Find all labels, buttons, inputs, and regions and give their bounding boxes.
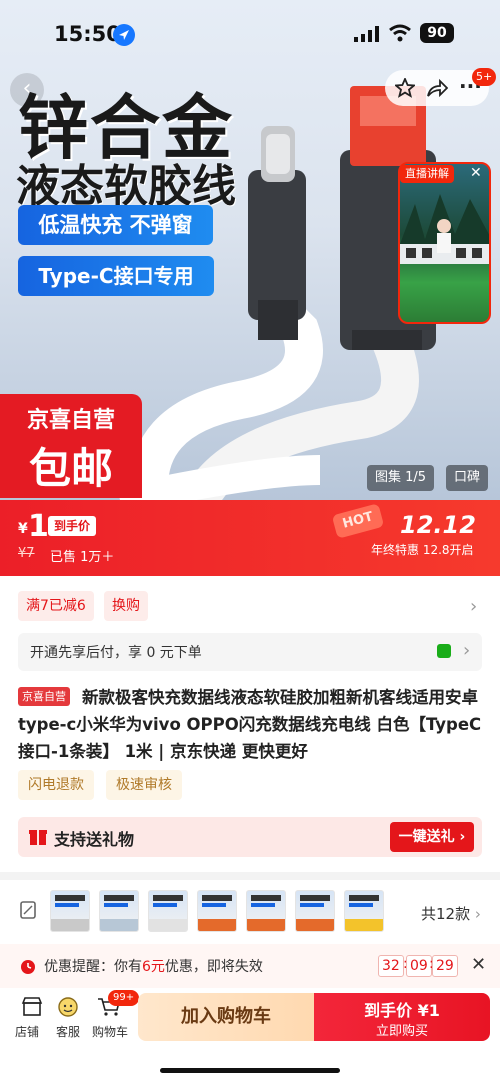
pay-later-chevron-icon[interactable]: › <box>463 640 470 661</box>
home-indicator <box>160 1068 340 1073</box>
gift-icon <box>29 830 47 845</box>
jingxi-promo-line2: 包邮 <box>28 444 113 493</box>
variant-color-band <box>247 919 285 931</box>
variant-thumb[interactable] <box>99 890 139 932</box>
status-time: 15:50 <box>54 22 121 46</box>
signal-icon <box>354 26 379 42</box>
variant-color-band <box>345 919 383 931</box>
cart-badge: 99+ <box>108 990 140 1006</box>
variant-thumb[interactable] <box>246 890 286 932</box>
pay-later-icon <box>437 644 451 658</box>
gift-button-label: 一键送礼 <box>398 829 455 845</box>
store-icon <box>21 997 43 1016</box>
original-price: ¥7 <box>18 546 35 561</box>
location-icon <box>113 24 135 46</box>
alarm-clock-icon <box>21 960 35 974</box>
gift-text: 支持送礼物 <box>54 830 135 849</box>
countdown-hours: 32 <box>378 955 404 977</box>
gift-button[interactable]: 一键送礼 › <box>390 822 474 852</box>
event-subtitle: 年终特惠 12.8开启 <box>371 543 474 557</box>
message-badge: 5+ <box>472 68 497 86</box>
reminder-text: 优惠提醒：你有6元优惠，即将失效 <box>44 959 263 975</box>
countdown-minutes: 09 <box>406 955 432 977</box>
variant-total[interactable]: 共12款 › <box>421 903 481 924</box>
variant-thumb[interactable] <box>50 890 90 932</box>
sold-count: 已售 1万＋ <box>50 550 115 565</box>
variant-thumb[interactable] <box>148 890 188 932</box>
share-icon[interactable] <box>426 78 448 98</box>
variant-total-label: 共12款 <box>421 905 471 923</box>
variant-color-band <box>296 919 334 931</box>
variant-list-icon[interactable] <box>18 900 38 920</box>
live-scene-icon <box>400 194 489 264</box>
reminder-close-icon[interactable]: ✕ <box>471 954 486 975</box>
add-to-cart-button[interactable]: 加入购物车 <box>138 993 314 1041</box>
variant-color-band <box>51 919 89 931</box>
customer-service-icon <box>58 997 78 1017</box>
variant-thumb[interactable] <box>344 890 384 932</box>
discount-tag[interactable]: 满7已减6 <box>18 591 94 621</box>
reviews-tab[interactable]: 口碑 <box>446 465 489 491</box>
favorite-star-icon[interactable] <box>395 78 415 98</box>
live-stream-window[interactable] <box>398 162 491 324</box>
variant-color-band <box>198 919 236 931</box>
live-tag: 直播讲解 <box>400 165 454 183</box>
product-hero-image[interactable]: 15:50 90 ‹ ··· 5+ 锌合金 液态软胶线 低温快充 不弹窗 Typ… <box>0 0 500 500</box>
promotions-chevron-icon[interactable]: › <box>470 596 477 617</box>
price-currency: ¥ <box>18 521 28 537</box>
service-refund: 闪电退款 <box>18 770 94 800</box>
jingxi-promo-line1: 京喜自营 <box>26 408 115 433</box>
title-badge: 京喜自营 <box>18 687 70 706</box>
variant-color-band <box>149 919 187 931</box>
battery-indicator: 90 <box>420 23 454 43</box>
variant-thumb[interactable] <box>197 890 237 932</box>
store-label: 店铺 <box>14 1025 39 1039</box>
product-title: 新款极客快充数据线液态软硅胶加粗新机客线适用安卓type-c小米华为vivo O… <box>18 688 482 761</box>
gallery-indicator[interactable]: 图集 1/5 <box>367 465 435 491</box>
countdown-seconds: 29 <box>432 955 458 977</box>
pay-later-text: 开通先享后付，享 0 元下单 <box>30 645 202 661</box>
variant-thumb[interactable] <box>295 890 335 932</box>
wifi-icon <box>389 24 411 42</box>
swap-tag[interactable]: 换购 <box>104 591 148 621</box>
buy-now-price: 到手价 ¥1 <box>364 1001 440 1020</box>
price-value: 1 <box>28 509 49 544</box>
cart-label: 购物车 <box>91 1025 128 1039</box>
hero-feature-1: 低温快充 不弹窗 <box>18 205 213 245</box>
price-tag: 到手价 <box>48 516 97 536</box>
variant-color-band <box>100 919 138 931</box>
event-date: 12.12 <box>400 511 476 539</box>
service-label: 客服 <box>55 1025 80 1039</box>
hero-feature-2: Type-C接口专用 <box>18 256 214 296</box>
buy-now-label: 立即购买 <box>375 1024 428 1039</box>
service-review: 极速审核 <box>106 770 182 800</box>
live-close-icon[interactable]: ✕ <box>470 165 482 181</box>
